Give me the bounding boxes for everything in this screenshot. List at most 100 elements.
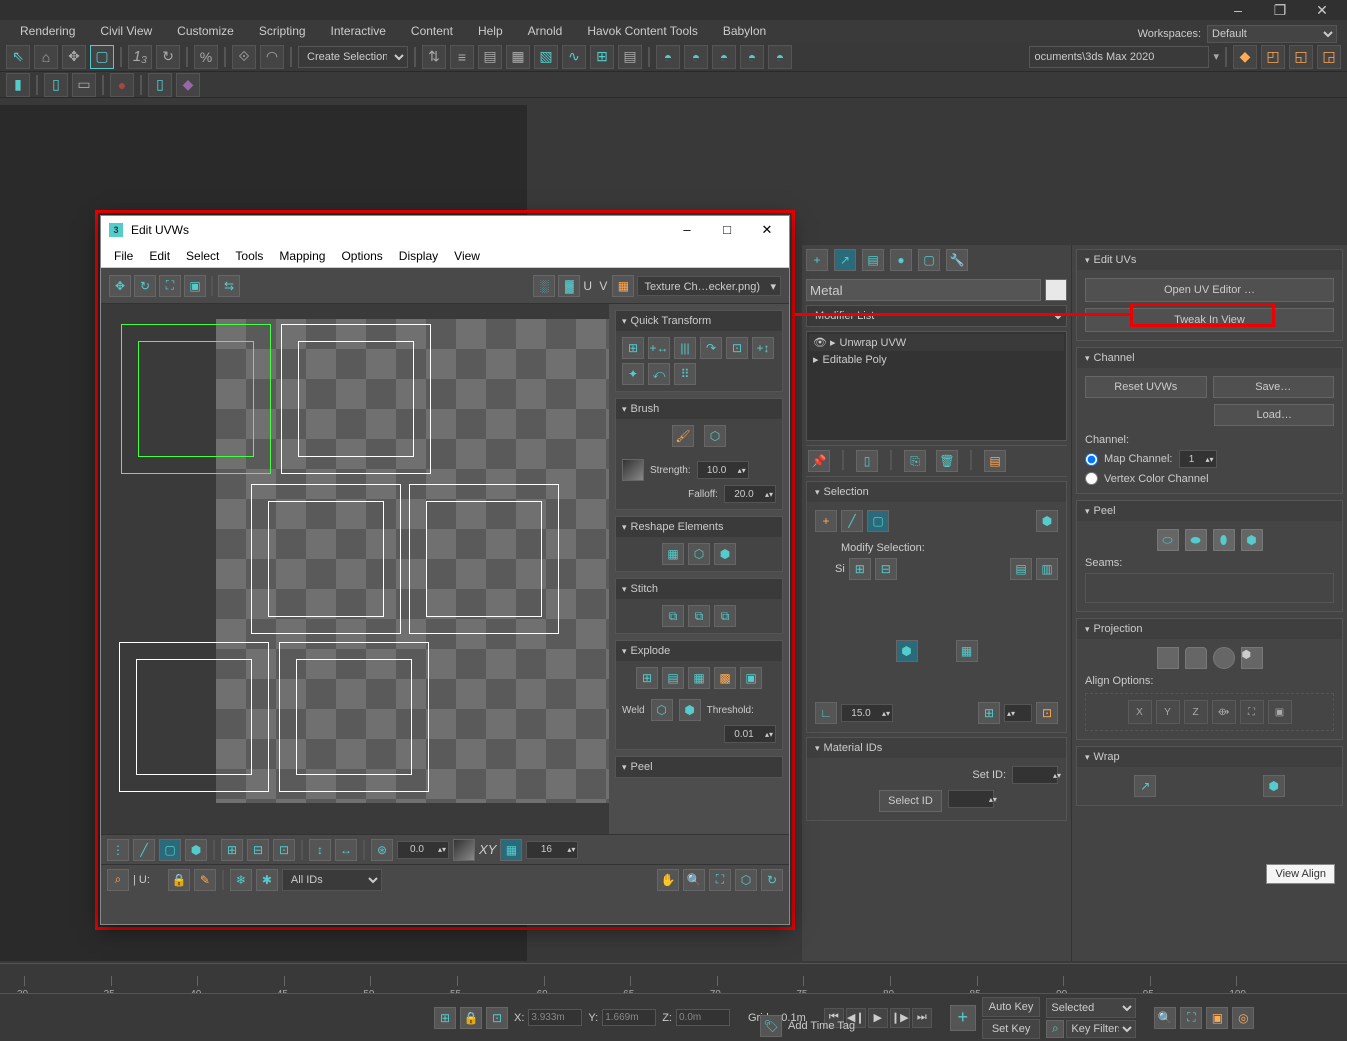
uvw-menu-tools[interactable]: Tools [228, 246, 270, 266]
qt-dots-icon[interactable]: ⠿ [674, 363, 696, 385]
material-ids-header[interactable]: Material IDs [807, 738, 1066, 758]
menu-rendering[interactable]: Rendering [8, 21, 87, 41]
transform-type-icon[interactable]: ⊞ [434, 1007, 456, 1029]
menu-interactive[interactable]: Interactive [319, 21, 398, 41]
planar-angle-input[interactable] [842, 708, 880, 719]
brush-header[interactable]: Brush [616, 399, 782, 419]
brush-relax-icon[interactable]: ⬡ [704, 425, 726, 447]
peel-cmd-header[interactable]: Peel [1077, 501, 1342, 521]
material-editor-icon[interactable]: ∿ [562, 45, 586, 69]
teapot4-icon[interactable]: ◓ [740, 45, 764, 69]
qt-arc-icon[interactable]: ⤺ [648, 363, 670, 385]
project-path[interactable]: ocuments\3ds Max 2020 [1029, 46, 1209, 68]
pin-stack-icon[interactable]: 📌 [808, 450, 830, 472]
uvw-menu-file[interactable]: File [107, 246, 140, 266]
menu-content[interactable]: Content [399, 21, 465, 41]
planar-icon[interactable]: ▦ [956, 640, 978, 662]
grid-value-input[interactable] [527, 844, 565, 855]
curve-editor-icon[interactable]: ▦ [506, 45, 530, 69]
uvw-texture-dropdown[interactable]: Texture Ch…ecker.png) [637, 276, 781, 296]
peel-header[interactable]: Peel [616, 757, 782, 777]
teapot1-icon[interactable]: ◓ [656, 45, 680, 69]
grow-icon[interactable]: ⊞ [849, 558, 871, 580]
snap-icon[interactable]: ⟐ [232, 45, 256, 69]
sec-tool6-icon[interactable]: ◆ [176, 73, 200, 97]
uvw-grid1-icon[interactable]: ░ [533, 275, 555, 297]
face-mode-icon[interactable]: ▢ [159, 839, 181, 861]
open-uv-editor-button[interactable]: Open UV Editor … [1085, 278, 1334, 302]
qt-rot90-icon[interactable]: ↷ [700, 337, 722, 359]
uvw-menu-select[interactable]: Select [179, 246, 226, 266]
y-coord-input[interactable] [602, 1009, 656, 1026]
nav-zoom-ext-icon[interactable]: ▣ [1206, 1007, 1228, 1029]
explode2-icon[interactable]: ▤ [662, 667, 684, 689]
set-key-button[interactable]: Set Key [982, 1019, 1041, 1039]
key-mode-icon[interactable]: + [950, 1005, 976, 1031]
select-by3-icon[interactable]: ⊡ [273, 839, 295, 861]
all-ids-dropdown[interactable]: All IDs [282, 869, 382, 891]
key-filters-dropdown[interactable]: Key Filters… [1066, 1020, 1136, 1038]
uvw-minimize-button[interactable]: – [673, 222, 701, 238]
stitch2-icon[interactable]: ⧉ [688, 605, 710, 627]
scale-icon[interactable]: ↻ [156, 45, 180, 69]
menu-babylon[interactable]: Babylon [711, 21, 778, 41]
align-icon[interactable]: ≡ [450, 45, 474, 69]
minimize-button[interactable]: – [1231, 3, 1245, 17]
sec-tool4-icon[interactable]: ● [110, 73, 134, 97]
peel4-icon[interactable]: ⬢ [1241, 529, 1263, 551]
select-object-icon[interactable]: ▢ [90, 45, 114, 69]
select-id-button[interactable]: Select ID [879, 790, 942, 812]
peel2-icon[interactable]: ⬬ [1185, 529, 1207, 551]
wrap2-icon[interactable]: ⬢ [1263, 775, 1285, 797]
move-icon[interactable]: ✥ [62, 45, 86, 69]
create-tab-icon[interactable]: + [806, 249, 828, 271]
render-setup-icon[interactable]: ⊞ [590, 45, 614, 69]
align-normal-icon[interactable]: ⟴ [1212, 700, 1236, 724]
qt-plus-icon[interactable]: +↕ [752, 337, 774, 359]
utilities-tab-icon[interactable]: 🔧 [946, 249, 968, 271]
zoom-icon[interactable]: 🔍 [683, 869, 705, 891]
object-color-swatch[interactable] [1045, 279, 1067, 301]
angle-input[interactable] [398, 844, 436, 855]
qt-space-icon[interactable]: +↔ [648, 337, 670, 359]
brush-falloff-icon[interactable] [622, 459, 644, 481]
proj-cylinder-icon[interactable] [1185, 647, 1207, 669]
snow2-icon[interactable]: ✱ [256, 869, 278, 891]
modify-tab-icon[interactable]: ↗ [834, 249, 856, 271]
sec-tool3-icon[interactable]: ▭ [72, 73, 96, 97]
qt-bars-icon[interactable]: ||| [674, 337, 696, 359]
explode1-icon[interactable]: ⊞ [636, 667, 658, 689]
stitch-header[interactable]: Stitch [616, 579, 782, 599]
reshape-straighten-icon[interactable]: ▦ [662, 543, 684, 565]
stitch1-icon[interactable]: ⧉ [662, 605, 684, 627]
select-by2-icon[interactable]: ⊟ [247, 839, 269, 861]
channel-header[interactable]: Channel [1077, 348, 1342, 368]
remove-modifier-icon[interactable]: 🗑 [936, 450, 958, 472]
time-tag-icon[interactable]: 🏷 [760, 1015, 782, 1037]
seams-area[interactable] [1085, 573, 1334, 603]
menu-arnold[interactable]: Arnold [516, 21, 575, 41]
lock-icon[interactable]: 🔒 [168, 869, 190, 891]
add-time-tag-button[interactable]: Add Time Tag [788, 1020, 855, 1032]
align-y-button[interactable]: Y [1156, 700, 1180, 724]
uvw-menu-options[interactable]: Options [334, 246, 389, 266]
reshape-relax-icon[interactable]: ⬡ [688, 543, 710, 565]
uvw-close-button[interactable]: ✕ [753, 222, 781, 238]
angle-snap-icon[interactable]: ◠ [260, 45, 284, 69]
key-icon[interactable]: ⌕ [107, 869, 129, 891]
set-id-input[interactable] [1013, 770, 1051, 781]
align-x-button[interactable]: X [1128, 700, 1152, 724]
uvw-mirror-icon[interactable]: ⇆ [218, 275, 240, 297]
explode5-icon[interactable]: ▣ [740, 667, 762, 689]
qt-align-icon[interactable]: ⊞ [622, 337, 644, 359]
uvw-rotate-icon[interactable]: ↻ [134, 275, 156, 297]
teapot3-icon[interactable]: ◓ [712, 45, 736, 69]
lock-selection-icon[interactable]: 🔒 [460, 1007, 482, 1029]
vertex-mode-icon[interactable]: ⋮ [107, 839, 129, 861]
uvw-titlebar[interactable]: 3 Edit UVWs – □ ✕ [101, 216, 789, 244]
qt-grid-icon[interactable]: ⊡ [726, 337, 748, 359]
brush-paint-icon[interactable]: 🖌 [672, 425, 694, 447]
menu-havok[interactable]: Havok Content Tools [575, 21, 710, 41]
matid-grid-icon[interactable]: ⊞ [978, 702, 1000, 724]
display-tab-icon[interactable]: ▢ [918, 249, 940, 271]
